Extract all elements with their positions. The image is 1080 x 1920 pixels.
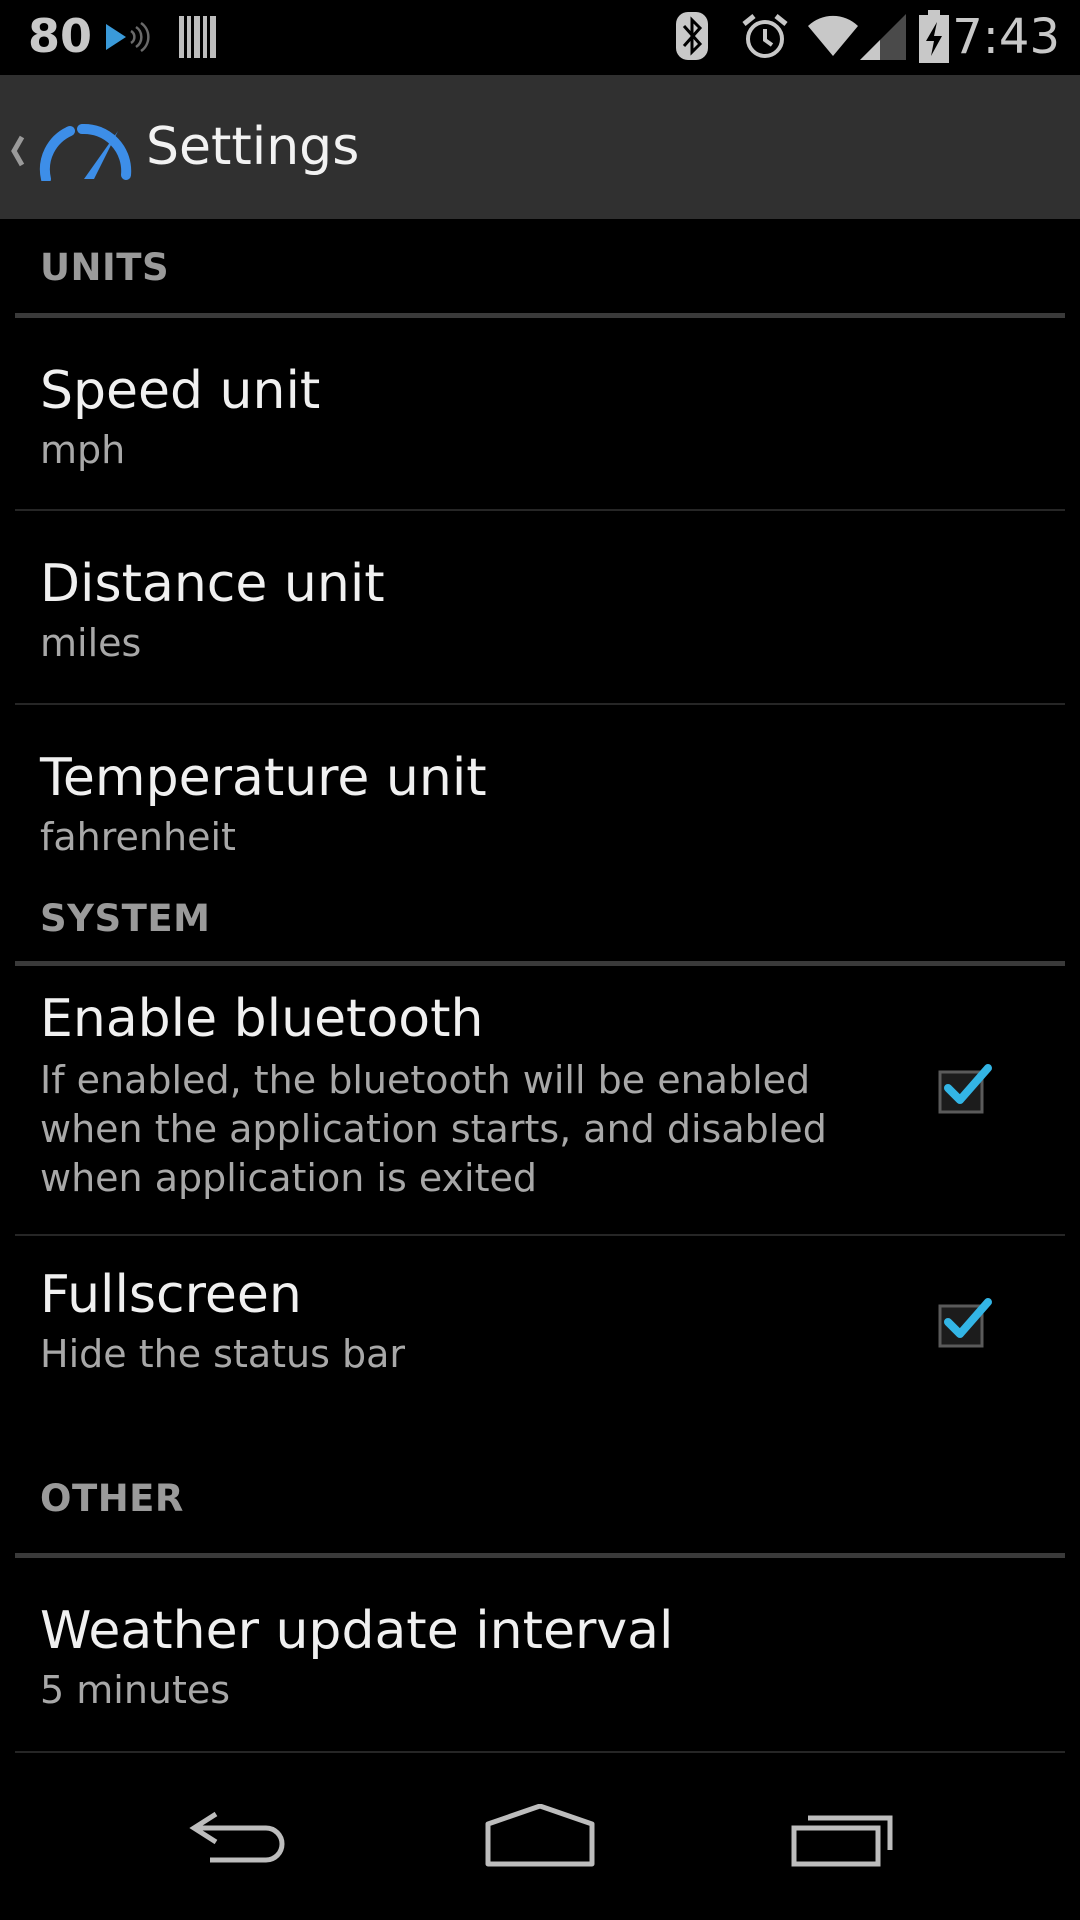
media-play-icon: [106, 21, 150, 53]
category-header: SYSTEM: [40, 897, 211, 940]
status-bar: 80 7:43: [0, 0, 1080, 75]
pref-temperature-unit[interactable]: Temperature unit fahrenheit: [0, 705, 1080, 872]
pref-summary-line: If enabled, the bluetooth will be enable…: [40, 1058, 811, 1102]
pref-summary: Hide the status bar: [40, 1332, 406, 1376]
pref-enable-bluetooth[interactable]: Enable bluetooth If enabled, the bluetoo…: [0, 966, 1080, 1236]
category-header: UNITS: [40, 246, 170, 289]
signal-icon: [860, 14, 906, 60]
pref-weather-update-interval[interactable]: Weather update interval 5 minutes: [0, 1558, 1080, 1753]
chevron-left-icon: [11, 135, 25, 167]
bluetooth-icon: [676, 12, 708, 60]
pref-distance-unit[interactable]: Distance unit miles: [0, 511, 1080, 705]
pref-title: Weather update interval: [40, 1601, 674, 1661]
recent-apps-icon[interactable]: [790, 1804, 896, 1868]
pref-summary-line: when the application starts, and disable…: [40, 1107, 827, 1151]
category-units: UNITS: [0, 219, 1080, 318]
category-header: OTHER: [40, 1477, 184, 1520]
fullscreen-checkbox[interactable]: [938, 1292, 994, 1348]
navigation-bar: [0, 1764, 1080, 1920]
list-divider: [15, 1751, 1065, 1753]
pref-summary: 5 minutes: [40, 1668, 231, 1712]
pref-title: Temperature unit: [40, 748, 487, 808]
action-bar: Settings: [0, 75, 1080, 219]
alarm-icon: [742, 14, 788, 58]
status-notification-number: 80: [28, 9, 93, 63]
pref-summary-line: when application is exited: [40, 1156, 537, 1200]
pref-title: Distance unit: [40, 554, 385, 614]
barcode-icon: [179, 16, 216, 58]
pref-title: Enable bluetooth: [40, 989, 484, 1049]
preference-list: UNITS Speed unit mph Distance unit miles…: [0, 219, 1080, 1753]
speedometer-icon: [39, 123, 132, 181]
battery-charging-icon: [919, 10, 949, 63]
back-icon[interactable]: [186, 1804, 290, 1868]
bluetooth-checkbox[interactable]: [938, 1058, 994, 1114]
status-time: 7:43: [952, 9, 1060, 65]
wifi-icon: [808, 15, 858, 57]
pref-title: Fullscreen: [40, 1265, 302, 1325]
pref-summary: mph: [40, 428, 126, 472]
home-icon[interactable]: [484, 1804, 596, 1868]
pref-title: Speed unit: [40, 361, 321, 421]
category-system: SYSTEM: [0, 872, 1080, 966]
pref-fullscreen[interactable]: Fullscreen Hide the status bar: [0, 1236, 1080, 1456]
page-title: Settings: [146, 117, 360, 177]
pref-summary: fahrenheit: [40, 815, 236, 859]
app-home-up-button[interactable]: [8, 117, 148, 181]
category-other: OTHER: [0, 1456, 1080, 1558]
pref-speed-unit[interactable]: Speed unit mph: [0, 318, 1080, 511]
pref-summary: miles: [40, 621, 142, 665]
